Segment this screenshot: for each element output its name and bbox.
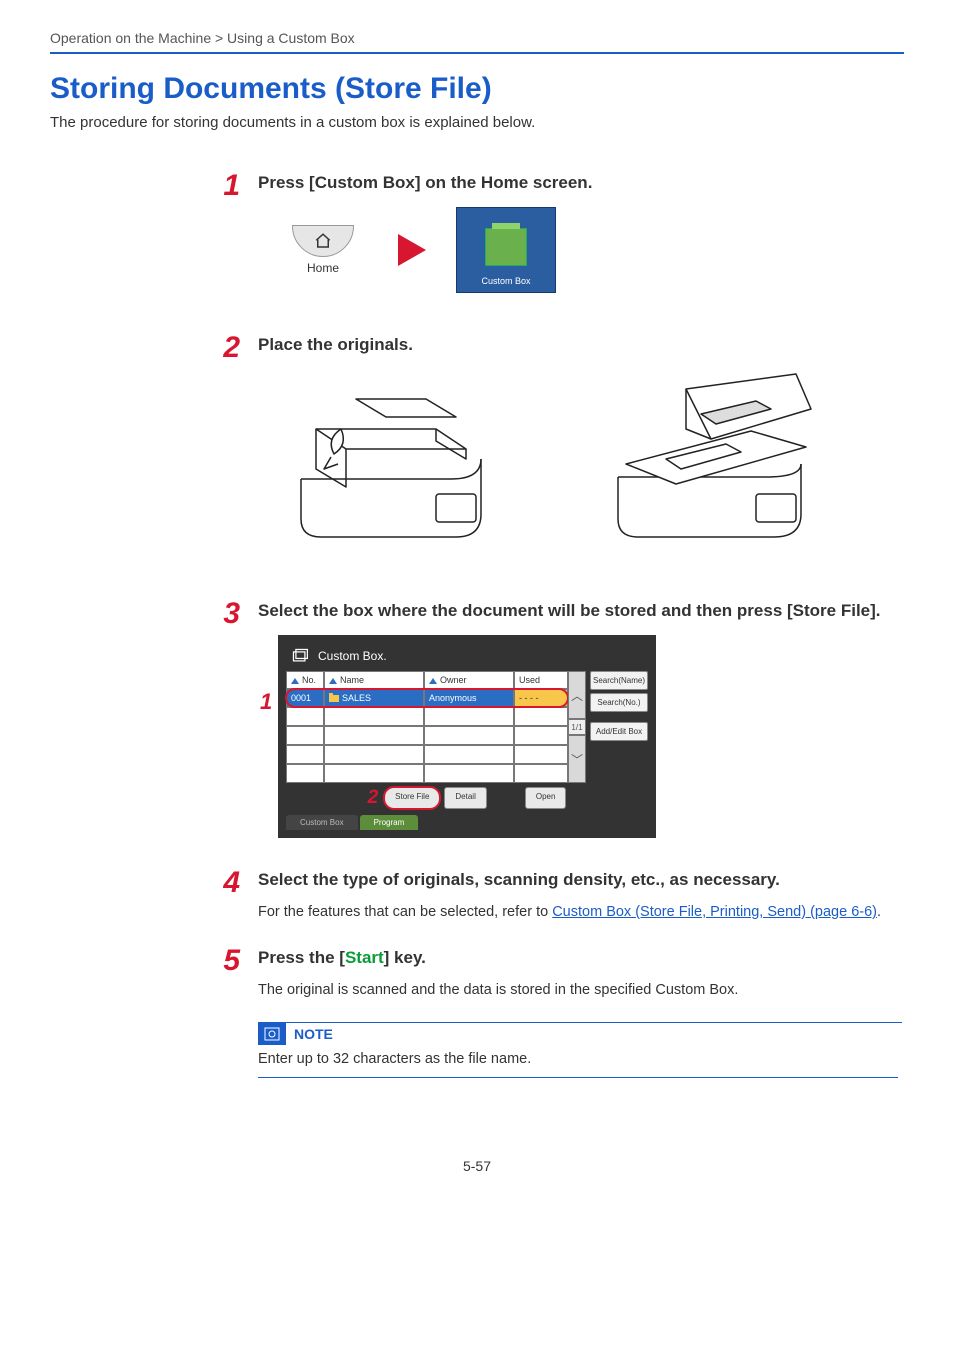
home-icon <box>292 225 354 257</box>
box-list-icon <box>290 647 310 665</box>
cell-used: - - - - <box>514 689 568 707</box>
note-label: NOTE <box>294 1026 333 1042</box>
cell-owner: Anonymous <box>424 689 514 707</box>
note-body: Enter up to 32 characters as the file na… <box>258 1045 898 1078</box>
home-label: Home <box>278 261 368 275</box>
sort-icon[interactable] <box>429 678 437 684</box>
tab-program[interactable]: Program <box>360 815 419 830</box>
printer-feeder-illustration <box>286 369 496 549</box>
folder-icon <box>329 695 339 702</box>
open-button[interactable]: Open <box>525 787 567 809</box>
step-number-3: 3 <box>208 599 240 838</box>
page-indicator: 1/1 <box>568 719 586 735</box>
sort-icon[interactable] <box>291 678 299 684</box>
table-row <box>286 745 568 764</box>
step1-heading: Press [Custom Box] on the Home screen. <box>258 173 904 193</box>
callout-1: 1 <box>260 689 272 715</box>
store-file-button[interactable]: Store File <box>384 787 440 809</box>
step-number-4: 4 <box>208 868 240 926</box>
start-key-label: Start <box>345 948 384 967</box>
col-owner-label[interactable]: Owner <box>440 675 467 685</box>
step2-heading: Place the originals. <box>258 335 904 355</box>
scroll-down-button[interactable]: ﹀ <box>568 735 586 783</box>
callout-2: 2 <box>368 787 379 809</box>
note-icon <box>262 1025 282 1043</box>
sort-icon[interactable] <box>329 678 337 684</box>
step5-text: The original is scanned and the data is … <box>258 982 904 998</box>
table-row <box>286 764 568 783</box>
arrow-icon <box>398 234 426 266</box>
page-number: 5-57 <box>50 1158 904 1174</box>
step-number-1: 1 <box>208 171 240 313</box>
col-used-label: Used <box>514 671 568 689</box>
step5-heading: Press the [Start] key. <box>258 948 904 968</box>
custom-box-tile[interactable]: Custom Box <box>456 207 556 293</box>
col-name-label[interactable]: Name <box>340 675 364 685</box>
table-row <box>286 726 568 745</box>
table-header: No. Name Owner Used <box>286 671 568 689</box>
home-tile: Home <box>278 225 368 275</box>
step-number-2: 2 <box>208 333 240 579</box>
page-title: Storing Documents (Store File) <box>50 72 904 106</box>
intro-text: The procedure for storing documents in a… <box>50 114 904 131</box>
scroll-up-button[interactable]: ︿ <box>568 671 586 719</box>
breadcrumb: Operation on the Machine > Using a Custo… <box>50 30 904 46</box>
box-icon <box>485 228 527 266</box>
custom-box-panel: 1 Custom Box. No. Name Owner Used <box>278 635 656 838</box>
detail-button[interactable]: Detail <box>444 787 486 809</box>
search-no-button[interactable]: Search(No.) <box>590 693 648 712</box>
cell-name: SALES <box>342 693 371 703</box>
tab-custom-box[interactable]: Custom Box <box>286 815 358 830</box>
table-row <box>286 707 568 726</box>
divider <box>50 52 904 54</box>
step4-heading: Select the type of originals, scanning d… <box>258 870 904 890</box>
step3-heading: Select the box where the document will b… <box>258 601 904 621</box>
search-name-button[interactable]: Search(Name) <box>590 671 648 690</box>
cell-no: 0001 <box>286 689 324 707</box>
custom-box-label: Custom Box <box>481 276 530 286</box>
table-row[interactable]: 0001 SALES Anonymous - - - - <box>286 689 568 707</box>
printer-platen-illustration <box>606 369 816 549</box>
step-number-5: 5 <box>208 946 240 1078</box>
step4-text: For the features that can be selected, r… <box>258 904 904 920</box>
panel-title: Custom Box. <box>318 649 387 663</box>
cross-ref-link[interactable]: Custom Box (Store File, Printing, Send) … <box>552 904 877 920</box>
col-no-label[interactable]: No. <box>302 675 316 685</box>
add-edit-box-button[interactable]: Add/Edit Box <box>590 722 648 741</box>
